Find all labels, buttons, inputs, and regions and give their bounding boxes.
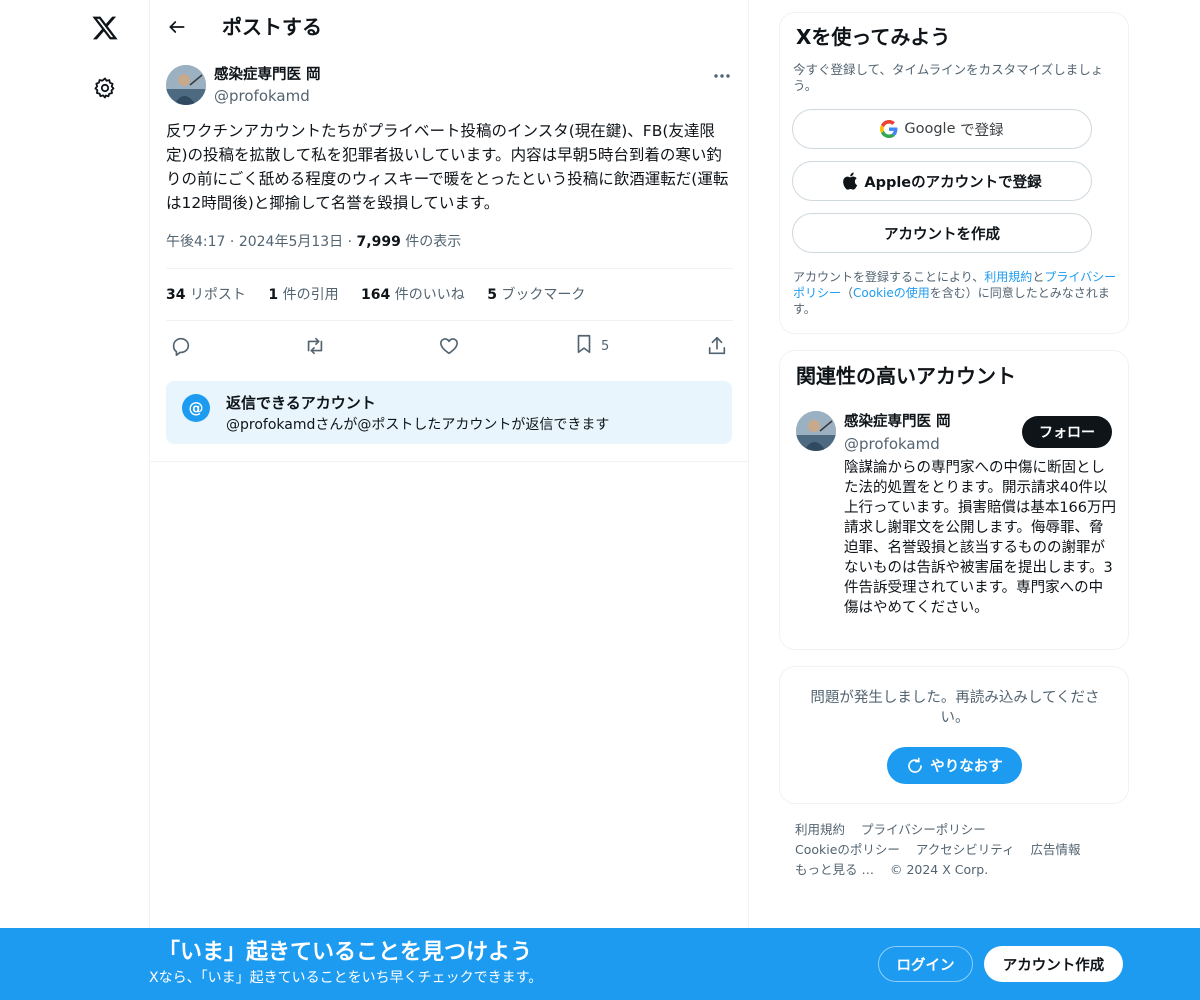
retry-button[interactable]: やりなおす bbox=[887, 747, 1022, 784]
create-account-label: アカウントを作成 bbox=[884, 226, 1000, 243]
bookmarks-stat[interactable]: 5 ブックマーク bbox=[487, 287, 585, 303]
login-button[interactable]: ログイン bbox=[878, 946, 973, 982]
google-signup-label: で登録 bbox=[955, 122, 1004, 139]
author-name[interactable]: 感染症専門医 岡 bbox=[214, 65, 321, 85]
related-avatar[interactable] bbox=[796, 411, 836, 451]
signup-card: Xを使ってみよう 今すぐ登録して、タイムラインをカスタマイズしましょう。 Goo… bbox=[779, 12, 1129, 334]
author-avatar[interactable] bbox=[166, 65, 206, 105]
like-icon[interactable] bbox=[438, 332, 460, 360]
views-label: 件の表示 bbox=[405, 234, 462, 250]
related-handle[interactable]: @profokamd bbox=[844, 434, 940, 454]
footer-more-link[interactable]: もっと見る … bbox=[795, 862, 874, 877]
bookmark-button[interactable]: 5 bbox=[573, 332, 609, 360]
apple-signup-button[interactable]: Appleのアカウントで登録 bbox=[792, 161, 1092, 201]
divider bbox=[166, 320, 733, 321]
tweet-meta: 午後4:17 · 2024年5月13日 · 7,999 件の表示 bbox=[166, 234, 462, 250]
google-icon bbox=[880, 120, 898, 138]
apple-icon bbox=[842, 172, 858, 190]
footer-copyright: © 2024 X Corp. bbox=[889, 862, 989, 877]
related-name[interactable]: 感染症専門医 岡 bbox=[844, 412, 951, 432]
retweet-icon[interactable] bbox=[304, 332, 326, 360]
refresh-icon bbox=[906, 757, 924, 775]
bottom-signup-bar: 「いま」起きていることを見つけよう Xなら、「いま」起きていることをいち早くチェ… bbox=[0, 928, 1200, 1000]
signup-terms: アカウントを登録することにより、利用規約とプライバシーポリシー（Cookieの使… bbox=[793, 269, 1123, 317]
signup-title: Xを使ってみよう bbox=[796, 25, 951, 49]
share-icon[interactable] bbox=[706, 332, 728, 360]
divider bbox=[166, 268, 733, 269]
tweet-stats: 34 リポスト 1 件の引用 164 件のいいね 5 ブックマーク bbox=[166, 285, 603, 305]
google-signup-button[interactable]: Google で登録 bbox=[792, 109, 1092, 149]
signup-button[interactable]: アカウント作成 bbox=[984, 946, 1123, 982]
terms-prefix: アカウントを登録することにより、 bbox=[793, 270, 985, 284]
cookie-link[interactable]: Cookieの使用 bbox=[853, 286, 930, 300]
related-title: 関連性の高いアカウント bbox=[796, 364, 1016, 388]
terms-paren: （ bbox=[841, 286, 854, 300]
bottom-bar-title: 「いま」起きていることを見つけよう bbox=[158, 940, 533, 965]
gear-icon[interactable] bbox=[90, 73, 120, 103]
reply-restriction-description: @profokamdさんが@ポストしたアカウントが返信できます bbox=[226, 417, 610, 433]
bookmark-count: 5 bbox=[601, 338, 610, 354]
footer-terms-link[interactable]: 利用規約 bbox=[795, 822, 845, 837]
retweets-stat[interactable]: 34 リポスト bbox=[166, 287, 246, 303]
footer-links: 利用規約 プライバシーポリシー Cookieのポリシー アクセシビリティ 広告情… bbox=[795, 820, 1125, 880]
google-brand: Google bbox=[904, 121, 956, 137]
tweet-text: 反ワクチンアカウントたちがプライベート投稿のインスタ(現在鍵)、FB(友達限定)… bbox=[166, 122, 729, 212]
bookmark-icon bbox=[573, 333, 595, 359]
error-card: 問題が発生しました。再読み込みしてください。 やりなおす bbox=[779, 666, 1129, 804]
at-icon: @ bbox=[182, 394, 210, 422]
quotes-stat[interactable]: 1 件の引用 bbox=[268, 287, 338, 303]
footer-accessibility-link[interactable]: アクセシビリティ bbox=[916, 842, 1015, 857]
x-logo-icon[interactable] bbox=[88, 11, 122, 45]
reply-restriction-box: @ 返信できるアカウント @profokamdさんが@ポストしたアカウントが返信… bbox=[166, 381, 732, 444]
related-bio: 陰謀論からの専門家への中傷に断固とした法的処置をとります。開示請求40件以上行っ… bbox=[844, 460, 1116, 616]
terms-and: と bbox=[1032, 270, 1045, 284]
views-count: 7,999 bbox=[356, 234, 401, 250]
footer-privacy-link[interactable]: プライバシーポリシー bbox=[861, 822, 986, 837]
tweet-date[interactable]: 2024年5月13日 bbox=[239, 234, 343, 250]
follow-button[interactable]: フォロー bbox=[1022, 416, 1112, 448]
reply-icon[interactable] bbox=[170, 332, 192, 360]
back-arrow-icon[interactable] bbox=[163, 13, 191, 41]
error-message: 問題が発生しました。再読み込みしてください。 bbox=[810, 690, 1100, 726]
divider bbox=[150, 461, 748, 462]
apple-signup-label: Appleのアカウントで登録 bbox=[864, 174, 1042, 191]
signup-subtitle: 今すぐ登録して、タイムラインをカスタマイズしましょう。 bbox=[793, 62, 1104, 93]
create-account-button[interactable]: アカウントを作成 bbox=[792, 213, 1092, 253]
terms-link[interactable]: 利用規約 bbox=[984, 270, 1032, 284]
page-title: ポストする bbox=[222, 15, 322, 39]
reply-restriction-title: 返信できるアカウント bbox=[226, 394, 376, 412]
more-options-icon[interactable] bbox=[704, 64, 740, 88]
footer-cookie-link[interactable]: Cookieのポリシー bbox=[795, 842, 900, 857]
footer-ads-link[interactable]: 広告情報 bbox=[1031, 842, 1081, 857]
likes-stat[interactable]: 164 件のいいね bbox=[361, 287, 465, 303]
bottom-bar-subtitle: Xなら、「いま」起きていることをいち早くチェックできます。 bbox=[149, 970, 543, 986]
tweet-time[interactable]: 午後4:17 bbox=[166, 234, 225, 250]
author-handle[interactable]: @profokamd bbox=[214, 86, 310, 106]
retry-label: やりなおす bbox=[930, 759, 1003, 775]
related-accounts-card: 関連性の高いアカウント 感染症専門医 岡 @profokamd フォロー 陰謀論… bbox=[779, 350, 1129, 650]
